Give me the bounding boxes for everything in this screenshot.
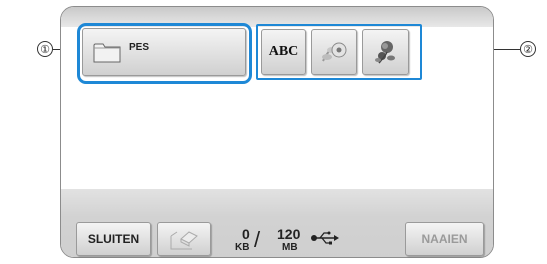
- usb-icon: [310, 230, 340, 246]
- callout-1: ①: [37, 41, 53, 57]
- folder-icon: [93, 41, 121, 63]
- abc-text-icon: ABC: [268, 44, 299, 59]
- sew-button-label: NAAIEN: [421, 232, 468, 246]
- memory-indicator: 0 KB / 120 MB: [232, 218, 372, 258]
- rose-pattern-icon: [371, 37, 401, 67]
- category-rose-button[interactable]: [362, 29, 409, 75]
- category-abc-button[interactable]: ABC: [261, 29, 306, 75]
- sew-button[interactable]: NAAIEN: [405, 222, 484, 256]
- memory-used-unit: KB: [235, 242, 250, 253]
- memory-separator: /: [254, 227, 261, 252]
- callout-2: ②: [520, 41, 536, 57]
- pes-folder-button[interactable]: PES: [82, 28, 246, 76]
- delete-icon: [168, 227, 200, 251]
- folder-label: PES: [129, 41, 150, 53]
- memory-free-value: 120: [277, 226, 301, 242]
- memory-used-value: 0: [242, 226, 250, 242]
- memory-free-unit: MB: [282, 242, 298, 253]
- category-floral-button[interactable]: [311, 29, 357, 75]
- close-button-label: SLUITEN: [87, 232, 140, 246]
- delete-button[interactable]: [157, 222, 211, 256]
- floral-pattern-icon: [319, 37, 349, 67]
- close-button[interactable]: SLUITEN: [76, 222, 151, 256]
